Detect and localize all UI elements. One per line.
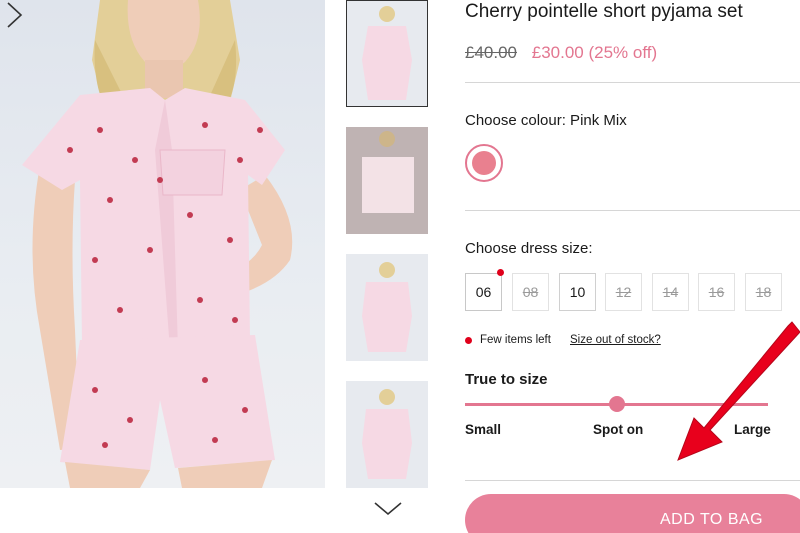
model-illustration bbox=[22, 0, 293, 488]
chevron-down-icon[interactable] bbox=[372, 498, 404, 518]
size-option-16[interactable]: 16 bbox=[698, 273, 735, 311]
size-option-10[interactable]: 10 bbox=[559, 273, 596, 311]
colour-label: Choose colour: Pink Mix bbox=[465, 112, 627, 129]
divider bbox=[465, 210, 800, 211]
thumbnail-2[interactable] bbox=[346, 127, 428, 234]
main-product-image bbox=[0, 0, 325, 488]
fit-scale-marker bbox=[608, 396, 625, 412]
swatch-fill bbox=[472, 151, 496, 175]
stock-indicator-dot bbox=[465, 337, 472, 344]
fit-scale-spot-on: Spot on bbox=[593, 422, 644, 437]
thumbnail-3[interactable] bbox=[346, 254, 428, 361]
size-label: Choose dress size: bbox=[465, 240, 593, 257]
product-title: Cherry pointelle short pyjama set bbox=[465, 1, 743, 22]
divider bbox=[465, 82, 800, 83]
size-option-12[interactable]: 12 bbox=[605, 273, 642, 311]
original-price: £40.00 bbox=[465, 43, 517, 62]
size-out-of-stock-link[interactable]: Size out of stock? bbox=[570, 334, 661, 346]
size-option-08[interactable]: 08 bbox=[512, 273, 549, 311]
add-to-bag-button[interactable]: ADD TO BAG bbox=[465, 494, 800, 533]
chevron-right-icon[interactable] bbox=[0, 0, 28, 30]
thumbnail-4[interactable] bbox=[346, 381, 428, 488]
annotation-arrow-icon bbox=[677, 321, 800, 461]
size-option-06[interactable]: 06 bbox=[465, 273, 502, 311]
thumbnail-1[interactable] bbox=[346, 0, 428, 107]
size-option-14[interactable]: 14 bbox=[652, 273, 689, 311]
low-stock-dot bbox=[497, 269, 504, 276]
divider bbox=[465, 480, 800, 481]
price-row: £40.00 £30.00 (25% off) bbox=[465, 43, 657, 63]
colour-swatch-pink-mix[interactable] bbox=[465, 144, 503, 182]
fit-scale-small: Small bbox=[465, 422, 502, 437]
stock-note: Few items left bbox=[480, 334, 551, 346]
sale-price: £30.00 (25% off) bbox=[531, 43, 658, 62]
fit-label: True to size bbox=[465, 371, 548, 388]
size-option-18[interactable]: 18 bbox=[745, 273, 782, 311]
